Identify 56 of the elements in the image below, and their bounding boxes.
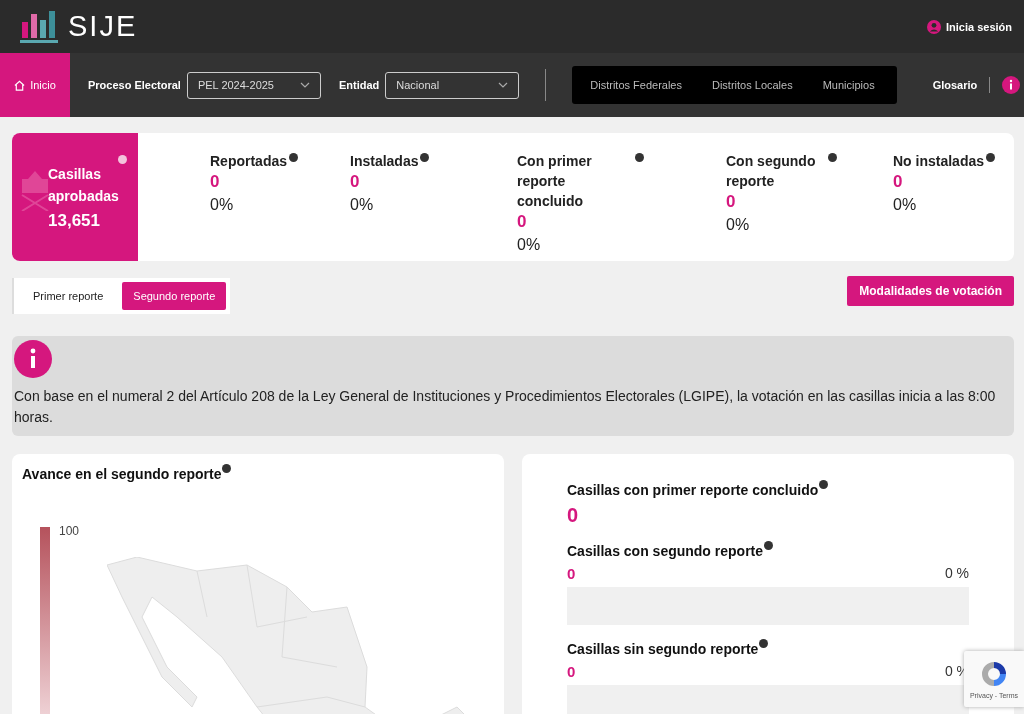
stat-percent: 0% <box>726 215 751 235</box>
stat-label: Con primer reporte concluido <box>517 152 593 211</box>
help-icon[interactable] <box>828 153 837 162</box>
home-icon <box>14 79 26 91</box>
report-tab[interactable]: Segundo reporte <box>122 282 227 310</box>
info-icon[interactable] <box>1002 76 1021 94</box>
stat-label: Casillas con primer reporte concluido <box>567 482 819 498</box>
stat-value: 0 <box>350 171 361 193</box>
logo-text: SIJE <box>68 10 138 43</box>
field-label: Proceso Electoral <box>88 79 181 91</box>
notice-text: Con base en el numeral 2 del Artículo 208 de la Ley General de Instituciones y Procedimientos Electorales (LGIPE), la votación en las casillas inicia a las 8:00 horas. <box>14 387 997 427</box>
stat-value: 0 <box>726 191 737 213</box>
stat-label: No instaladas <box>893 152 985 171</box>
approved-title: Casillas aprobadas <box>48 165 120 206</box>
stat-label: Reportadas <box>210 152 288 171</box>
help-icon[interactable] <box>759 639 769 648</box>
stat-value: 0 <box>567 565 576 582</box>
chevron-down-icon <box>498 82 509 88</box>
help-icon[interactable] <box>635 153 644 162</box>
view-link[interactable]: Distritos Federales <box>590 79 682 91</box>
stat-value: 0 <box>210 171 221 193</box>
help-icon[interactable] <box>289 153 299 162</box>
stat-label: Instaladas <box>350 152 419 171</box>
help-icon[interactable] <box>986 153 996 162</box>
stat-percent: 0% <box>893 195 918 215</box>
stat-label: Casillas sin segundo reporte <box>567 641 759 657</box>
voting-modalities-button[interactable]: Modalidades de votación <box>847 276 1014 306</box>
view-link[interactable]: Distritos Locales <box>712 79 793 91</box>
stat-value: 0 <box>517 211 528 233</box>
help-icon[interactable] <box>420 153 430 162</box>
stat-label: Con segundo reporte <box>726 152 817 191</box>
stat-percent: 0% <box>517 235 542 255</box>
stat-value: 0 <box>567 663 576 680</box>
stat-value: 0 <box>893 171 904 193</box>
dropdown-field[interactable]: PEL 2024-2025 <box>186 71 321 99</box>
recaptcha-icon <box>979 659 1009 689</box>
help-icon[interactable] <box>764 541 774 550</box>
view-link[interactable]: Municipios <box>822 79 875 91</box>
dropdown-field[interactable]: Nacional <box>385 71 520 99</box>
stat-percent: 0% <box>350 195 375 215</box>
home-tab[interactable]: Inicio <box>0 53 70 117</box>
glossary-link[interactable]: Glosario <box>932 79 978 91</box>
chevron-down-icon <box>299 82 310 88</box>
info-icon <box>14 340 52 378</box>
stat-value: 0 <box>567 504 580 527</box>
approved-total: 13,651 <box>48 211 101 231</box>
field-label: Entidad <box>338 79 380 91</box>
stat-label: Casillas con segundo reporte <box>567 543 764 559</box>
legend-label: 100 <box>59 524 80 538</box>
user-icon <box>926 19 941 34</box>
stat-percent: 0 % <box>944 565 969 582</box>
login-link[interactable]: Inicia sesión <box>926 19 1012 34</box>
stat-percent: 0% <box>210 195 235 215</box>
help-icon[interactable] <box>819 480 829 489</box>
card-title: Avance en el segundo reporte <box>22 466 222 482</box>
help-icon[interactable] <box>222 464 232 473</box>
